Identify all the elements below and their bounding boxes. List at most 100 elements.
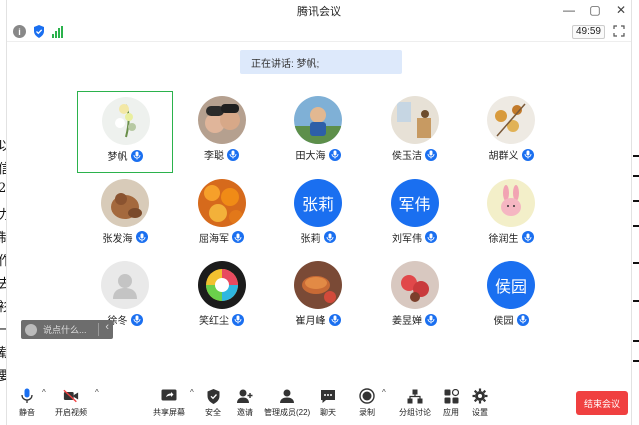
end-meeting-button[interactable]: 结束会议 xyxy=(576,391,628,415)
video-button[interactable]: 开启视频 xyxy=(55,388,87,418)
meeting-toolbar: 静音 ^ 开启视频 ^ 共享屏幕 ^ 安全 邀请 管理成员(22) 聊天 录制 … xyxy=(7,384,633,425)
participant-tile[interactable]: 张莉 张莉 xyxy=(270,174,366,256)
emoji-icon[interactable] xyxy=(25,323,37,336)
participant-name: 姜昱婵 xyxy=(392,316,422,327)
participant-name: 徐润生 xyxy=(488,233,519,245)
breakout-button[interactable]: 分组讨论 xyxy=(399,388,431,418)
participant-avatar xyxy=(294,96,342,144)
info-icon[interactable]: i xyxy=(13,25,26,38)
participant-tile[interactable]: 侯玉洁 xyxy=(367,91,463,173)
minimize-icon[interactable]: — xyxy=(563,3,575,17)
microphone-icon xyxy=(135,231,148,243)
background-document-right xyxy=(631,0,639,425)
participant-avatar xyxy=(197,261,246,309)
participant-avatar: 侯园 xyxy=(487,261,535,309)
microphone-icon xyxy=(232,231,244,243)
microphone-icon xyxy=(516,313,529,326)
participant-avatar xyxy=(390,261,439,309)
participant-tile[interactable]: 李聪 xyxy=(174,91,270,173)
chevron-left-icon[interactable]: ‹ xyxy=(105,321,109,333)
window-title: 腾讯会议 xyxy=(297,6,341,18)
microphone-icon xyxy=(227,148,239,161)
microphone-icon xyxy=(232,313,244,326)
shield-icon[interactable] xyxy=(32,25,45,38)
mute-button[interactable]: 静音 xyxy=(19,388,35,418)
info-bar: i 49:59 xyxy=(7,22,631,42)
signal-icon[interactable] xyxy=(51,25,64,38)
participant-avatar xyxy=(390,96,439,144)
participant-avatar xyxy=(487,96,535,144)
participant-name: 田大海 xyxy=(295,151,326,162)
participant-name: 笑红尘 xyxy=(199,316,229,327)
participant-tile[interactable]: 梦帆 xyxy=(77,91,173,173)
participant-name: 张莉 xyxy=(300,233,321,245)
microphone-icon xyxy=(521,148,534,161)
participant-name: 崔月峰 xyxy=(295,316,326,327)
invite-button[interactable]: 邀请 xyxy=(237,388,253,418)
participant-avatar xyxy=(197,178,246,227)
gear-icon xyxy=(472,388,488,404)
microphone-icon xyxy=(425,231,437,243)
share-options-caret[interactable]: ^ xyxy=(190,388,194,397)
participant-tile[interactable]: 屈海军 xyxy=(174,174,270,256)
breakout-rooms-icon xyxy=(407,388,423,404)
fullscreen-icon[interactable] xyxy=(613,25,625,37)
add-person-icon xyxy=(237,388,253,404)
microphone-icon xyxy=(328,313,341,326)
participant-tile[interactable]: 徐润生 xyxy=(463,174,559,256)
members-icon xyxy=(279,388,295,404)
microphone-icon xyxy=(130,149,143,162)
apps-grid-icon xyxy=(443,388,459,404)
participant-avatar xyxy=(294,261,342,309)
microphone-icon xyxy=(425,313,437,326)
title-bar: 腾讯会议 — ▢ ✕ xyxy=(7,0,631,22)
microphone-icon xyxy=(323,231,336,243)
participant-name: 李聪 xyxy=(204,151,224,162)
microphone-icon xyxy=(328,148,341,161)
settings-button[interactable]: 设置 xyxy=(472,388,488,418)
microphone-icon xyxy=(130,313,143,326)
participant-name: 屈海军 xyxy=(199,233,229,245)
meeting-window: 腾讯会议 — ▢ ✕ i 49:59 正在讲话: 梦帆; 梦帆 李聪 田大海 侯玉洁 胡… xyxy=(6,0,632,425)
participant-tile[interactable]: 军伟 刘军伟 xyxy=(367,174,463,256)
speaking-indicator: 正在讲话: 梦帆; xyxy=(240,50,402,74)
record-options-caret[interactable]: ^ xyxy=(382,388,386,397)
apps-button[interactable]: 应用 xyxy=(443,388,459,418)
record-icon xyxy=(359,388,375,404)
microphone-icon xyxy=(425,148,437,161)
participant-avatar xyxy=(102,97,150,145)
maximize-icon[interactable]: ▢ xyxy=(589,3,601,17)
participant-avatar: 张莉 xyxy=(294,178,342,227)
video-options-caret[interactable]: ^ xyxy=(95,388,99,397)
participant-avatar xyxy=(487,178,535,227)
participant-tile[interactable]: 胡群义 xyxy=(463,91,559,173)
participant-avatar xyxy=(101,261,149,309)
share-screen-button[interactable]: 共享屏幕 xyxy=(153,388,185,418)
chat-quick-input[interactable]: 说点什么... ‹ xyxy=(21,320,113,339)
participant-name: 梦帆 xyxy=(107,152,128,163)
microphone-icon xyxy=(521,231,534,243)
security-shield-icon xyxy=(205,388,221,404)
participant-tile[interactable]: 笑红尘 xyxy=(174,256,270,338)
manage-members-button[interactable]: 管理成员(22) xyxy=(264,388,310,418)
chat-bubble-icon xyxy=(320,388,336,404)
meeting-timer: 49:59 xyxy=(571,25,605,39)
participant-avatar: 军伟 xyxy=(390,178,439,227)
participant-avatar xyxy=(101,178,149,227)
close-icon[interactable]: ✕ xyxy=(615,3,627,17)
participant-name: 侯玉洁 xyxy=(392,151,422,162)
participant-tile[interactable]: 田大海 xyxy=(270,91,366,173)
participant-name: 胡群义 xyxy=(488,151,519,162)
share-screen-icon xyxy=(161,388,177,404)
video-off-icon xyxy=(63,388,79,404)
participant-tile[interactable]: 张发海 xyxy=(77,174,173,256)
participant-name: 刘军伟 xyxy=(392,233,422,245)
participant-name: 张发海 xyxy=(102,233,133,245)
mute-options-caret[interactable]: ^ xyxy=(42,388,46,397)
participant-tile[interactable]: 侯园 侯园 xyxy=(463,256,559,338)
chat-button[interactable]: 聊天 xyxy=(320,388,336,418)
participant-tile[interactable]: 崔月峰 xyxy=(270,256,366,338)
participant-tile[interactable]: 姜昱婵 xyxy=(367,256,463,338)
security-button[interactable]: 安全 xyxy=(205,388,221,418)
record-button[interactable]: 录制 xyxy=(359,388,375,418)
